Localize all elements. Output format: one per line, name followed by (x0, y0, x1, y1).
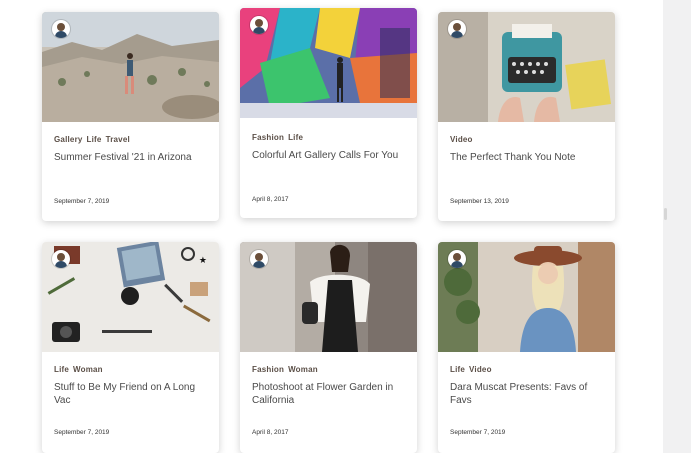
post-grid: Gallery Life Travel Summer Festival '21 in… (0, 0, 663, 453)
post-date: April 8, 2017 (252, 429, 289, 436)
post-tags: Fashion Life (252, 133, 307, 142)
post-date: September 13, 2019 (450, 198, 509, 205)
author-avatar-icon[interactable] (250, 16, 268, 34)
tag-link[interactable]: Video (469, 365, 492, 374)
tag-link[interactable]: Life (450, 365, 465, 374)
author-avatar-icon[interactable] (448, 250, 466, 268)
tag-link[interactable]: Fashion (252, 365, 284, 374)
post-title[interactable]: The Perfect Thank You Note (450, 151, 603, 164)
author-avatar-icon[interactable] (250, 250, 268, 268)
tag-link[interactable]: Life (54, 365, 69, 374)
tag-link[interactable]: Fashion (252, 133, 284, 142)
tag-link[interactable]: Video (450, 135, 473, 144)
post-title[interactable]: Colorful Art Gallery Calls For You (252, 149, 405, 162)
scroll-indicator[interactable] (664, 208, 667, 220)
author-avatar-icon[interactable] (52, 250, 70, 268)
post-tags: Gallery Life Travel (54, 135, 134, 144)
post-card-colorful-art-gallery[interactable]: Fashion Life Colorful Art Gallery Calls F… (240, 8, 417, 218)
post-date: September 7, 2019 (54, 198, 110, 205)
post-card-summer-festival[interactable]: Gallery Life Travel Summer Festival '21 in… (42, 12, 219, 221)
post-title[interactable]: Summer Festival '21 in Arizona (54, 151, 207, 164)
tag-link[interactable]: Travel (106, 135, 130, 144)
author-avatar-icon[interactable] (52, 20, 70, 38)
page-side-gutter (663, 0, 691, 453)
post-tags: Life Video (450, 365, 496, 374)
post-date: September 7, 2019 (54, 429, 110, 436)
tag-link[interactable]: Life (288, 133, 303, 142)
tag-link[interactable]: Gallery (54, 135, 83, 144)
post-date: September 7, 2019 (450, 429, 506, 436)
post-card-stuff-to-be-my-friend[interactable]: ★ Life Woman Stuff to Be My Friend on A L… (42, 242, 219, 453)
post-title[interactable]: Photoshoot at Flower Garden in Californi… (252, 381, 405, 407)
post-date: April 8, 2017 (252, 196, 289, 203)
post-tags: Fashion Woman (252, 365, 322, 374)
post-card-photoshoot-flower-garden[interactable]: Fashion Woman Photoshoot at Flower Garden… (240, 242, 417, 453)
tag-link[interactable]: Life (87, 135, 102, 144)
post-card-dara-muscat[interactable]: Life Video Dara Muscat Presents: Favs of … (438, 242, 615, 453)
post-tags: Life Woman (54, 365, 107, 374)
tag-link[interactable]: Woman (288, 365, 318, 374)
post-title[interactable]: Dara Muscat Presents: Favs of Favs (450, 381, 603, 407)
post-title[interactable]: Stuff to Be My Friend on A Long Vac (54, 381, 207, 407)
post-tags: Video (450, 135, 477, 144)
star-icon: ★ (198, 255, 207, 265)
post-card-thank-you-note[interactable]: Video The Perfect Thank You Note Septemb… (438, 12, 615, 221)
tag-link[interactable]: Woman (73, 365, 103, 374)
author-avatar-icon[interactable] (448, 20, 466, 38)
